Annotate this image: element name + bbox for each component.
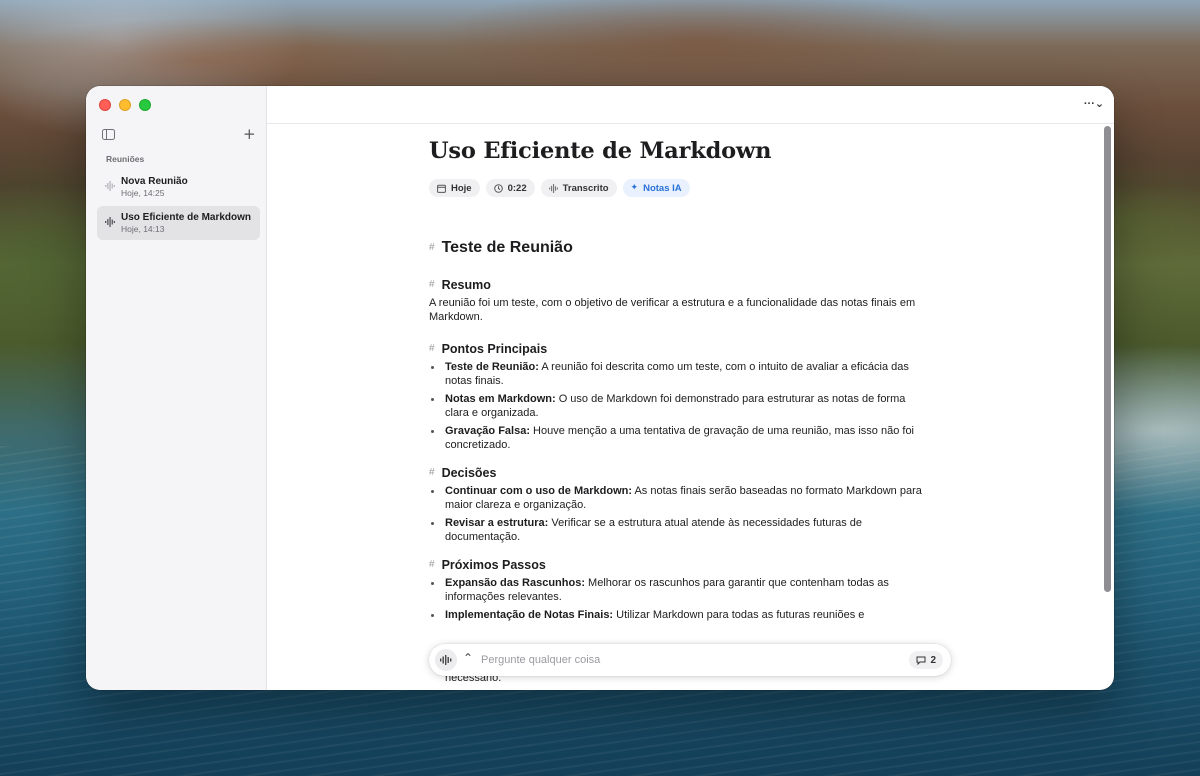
heading-decisoes: # Decisões: [429, 465, 929, 481]
list-item: Expansão das Rascunhos: Melhorar os rasc…: [429, 576, 929, 604]
comment-icon: [916, 656, 926, 665]
sidebar-item-subtitle: Hoje, 14:25: [121, 188, 165, 198]
heading-pontos-principais: # Pontos Principais: [429, 341, 929, 357]
ask-bar: ⌃ 2: [429, 644, 951, 676]
waveform-icon: [105, 181, 115, 191]
list-item: Continuar com o uso de Markdown: As nota…: [429, 484, 929, 512]
sidebar: + Reuniões Nova Reunião Hoje, 14:25 Uso …: [86, 86, 267, 690]
window-controls: [99, 99, 151, 111]
heading-marker: #: [429, 242, 435, 253]
date-chip[interactable]: Hoje: [429, 179, 480, 197]
sidebar-item-title: Nova Reunião: [121, 176, 188, 187]
minimize-window-button[interactable]: [119, 99, 131, 111]
comments-count: 2: [930, 654, 936, 666]
date-chip-label: Hoje: [451, 182, 472, 194]
sparkle-icon: ✦: [630, 183, 639, 193]
transcript-chip[interactable]: Transcrito: [540, 179, 617, 197]
decisoes-list: Continuar com o uso de Markdown: As nota…: [429, 484, 929, 544]
comments-button[interactable]: 2: [909, 651, 943, 669]
metadata-chips: Hoje 0:22 Transcrito ✦ Notas IA: [429, 179, 929, 197]
heading-marker: #: [429, 467, 435, 478]
sidebar-toggle-icon[interactable]: [102, 129, 115, 140]
list-item: Notas em Markdown: O uso de Markdown foi…: [429, 392, 929, 420]
transcript-chip-label: Transcrito: [562, 182, 609, 194]
scrollbar-thumb[interactable]: [1104, 126, 1111, 592]
heading-marker: #: [429, 343, 435, 354]
list-item: Teste de Reunião: A reunião foi descrita…: [429, 360, 929, 388]
heading-marker: #: [429, 559, 435, 570]
waveform-icon: [105, 217, 115, 227]
heading-text: Resumo: [441, 278, 491, 292]
list-item: Gravação Falsa: Houve menção a uma tenta…: [429, 424, 929, 452]
waveform-icon: [548, 183, 558, 193]
sidebar-item-subtitle: Hoje, 14:13: [121, 224, 165, 234]
heading-text: Teste de Reunião: [441, 239, 573, 256]
ask-input[interactable]: [481, 652, 861, 668]
heading-proximos-passos: # Próximos Passos: [429, 557, 929, 573]
heading-text: Próximos Passos: [441, 558, 546, 572]
sidebar-section-label: Reuniões: [106, 154, 145, 164]
note-content: Uso Eficiente de Markdown Hoje 0:22 Tran…: [429, 136, 929, 626]
ai-notes-chip-label: Notas IA: [643, 182, 682, 194]
zoom-window-button[interactable]: [139, 99, 151, 111]
chevron-up-icon[interactable]: ⌃: [463, 651, 473, 665]
list-item: Implementação de Notas Finais: Utilizar …: [429, 608, 929, 622]
duration-chip[interactable]: 0:22: [485, 179, 535, 197]
close-window-button[interactable]: [99, 99, 111, 111]
passos-list: Expansão das Rascunhos: Melhorar os rasc…: [429, 576, 929, 622]
heading-marker: #: [429, 279, 435, 290]
list-item: Revisar a estrutura: Verificar se a estr…: [429, 516, 929, 544]
calendar-icon: [437, 184, 446, 193]
sidebar-item-uso-eficiente[interactable]: Uso Eficiente de Markdown Hoje, 14:13: [97, 206, 260, 240]
more-options-button[interactable]: ···⌄: [1080, 94, 1108, 116]
ai-notes-chip[interactable]: ✦ Notas IA: [622, 179, 690, 197]
heading-resumo: # Resumo: [429, 277, 929, 293]
pontos-list: Teste de Reunião: A reunião foi descrita…: [429, 360, 929, 452]
waveform-icon: [440, 655, 452, 665]
heading-text: Pontos Principais: [441, 342, 548, 356]
duration-chip-label: 0:22: [507, 182, 527, 194]
voice-button[interactable]: [435, 649, 457, 671]
heading-teste-de-reuniao: # Teste de Reunião: [429, 237, 929, 259]
clock-icon: [493, 183, 503, 193]
toolbar: ···⌄: [267, 86, 1114, 124]
sidebar-item-nova-reuniao[interactable]: Nova Reunião Hoje, 14:25: [97, 170, 260, 204]
sidebar-item-title: Uso Eficiente de Markdown: [121, 212, 252, 223]
app-window: + Reuniões Nova Reunião Hoje, 14:25 Uso …: [86, 86, 1114, 690]
new-meeting-button[interactable]: +: [243, 126, 256, 142]
page-title: Uso Eficiente de Markdown: [429, 138, 772, 164]
heading-text: Decisões: [441, 466, 497, 480]
resumo-paragraph: A reunião foi um teste, com o objetivo d…: [429, 297, 916, 323]
